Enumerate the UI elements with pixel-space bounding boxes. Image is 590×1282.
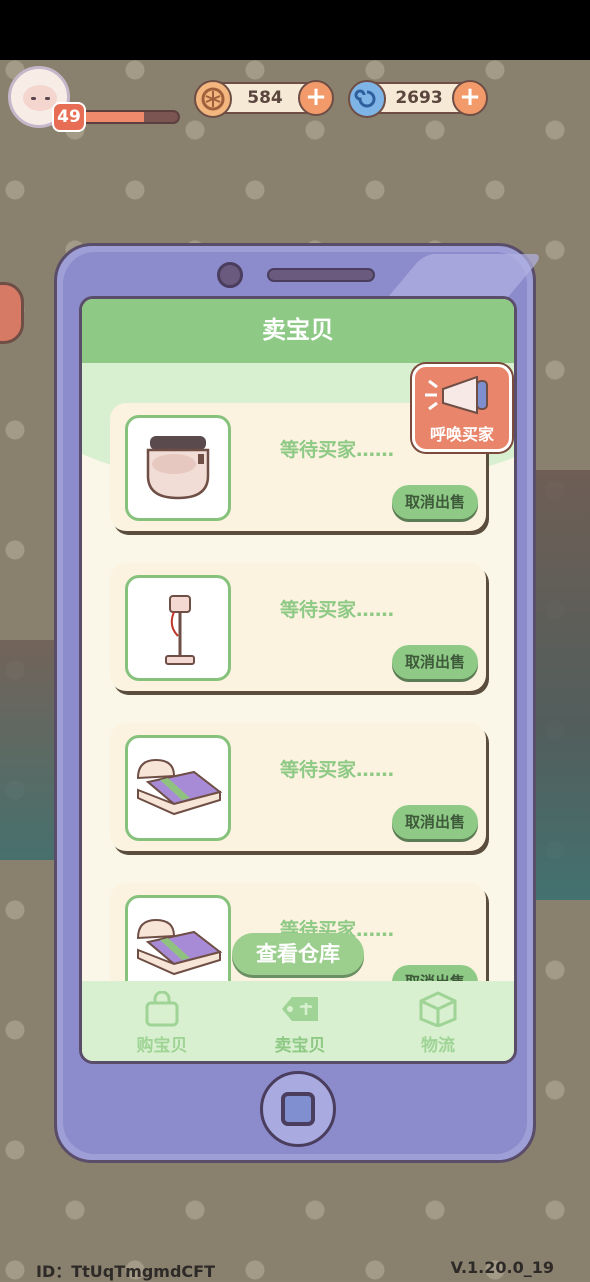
- cancel-sale-button[interactable]: 取消出售: [392, 805, 478, 839]
- coin-value: 584: [247, 88, 283, 108]
- price-tag-icon: [282, 997, 318, 1021]
- home-button[interactable]: [260, 1071, 336, 1147]
- gem-counter: 2693 +: [348, 80, 488, 118]
- side-menu-button[interactable]: [0, 282, 24, 344]
- summon-buyer-label: 呼唤买家: [429, 425, 494, 444]
- bottom-nav: 购宝贝 卖宝贝 物流: [82, 981, 514, 1061]
- tab-sell[interactable]: 卖宝贝: [240, 981, 360, 1061]
- item-status: 等待买家……: [280, 439, 395, 461]
- coin-counter: 584 +: [194, 80, 334, 118]
- sell-list[interactable]: 等待买家…… 取消出售 等待买家…… 取消出售 等待买家…… 取消出售 等待买家…: [82, 363, 514, 983]
- purple-bed-icon[interactable]: [125, 735, 231, 841]
- phone-frame: 卖宝贝 等待买家…… 取消出售 等待买家…… 取消出售 等待买家…… 取消出售 …: [54, 243, 545, 1163]
- page-title: 卖宝贝: [82, 299, 514, 363]
- smart-toilet-icon[interactable]: [125, 415, 231, 521]
- item-status: 等待买家……: [280, 599, 395, 621]
- level-progress-fill: [82, 112, 145, 122]
- package-box-icon: [419, 991, 457, 1027]
- camera-icon: [217, 262, 243, 288]
- level-progress-bar: [80, 110, 180, 124]
- summon-buyer-button[interactable]: 呼唤买家: [412, 364, 512, 452]
- home-square-icon: [281, 1092, 315, 1126]
- purple-bed-icon[interactable]: [125, 895, 231, 983]
- view-storage-button[interactable]: 查看仓库: [232, 933, 364, 975]
- add-gems-button[interactable]: +: [452, 80, 488, 116]
- swirl-gem-icon: [348, 80, 386, 118]
- speaker-slot: [267, 268, 375, 282]
- tab-logistics-label: 物流: [421, 1036, 455, 1056]
- cancel-sale-button[interactable]: 取消出售: [392, 645, 478, 679]
- add-coins-button[interactable]: +: [298, 80, 334, 116]
- list-item: 等待买家…… 取消出售: [110, 723, 486, 851]
- version-label: V.1.20.0_19: [450, 1258, 554, 1277]
- phone-screen: 卖宝贝 等待买家…… 取消出售 等待买家…… 取消出售 等待买家…… 取消出售 …: [79, 296, 517, 1064]
- player-id: ID：TtUqTmgmdCFT: [36, 1262, 215, 1281]
- list-item: 等待买家…… 取消出售: [110, 563, 486, 691]
- coin-icon: [194, 80, 232, 118]
- gem-value: 2693: [395, 88, 443, 108]
- megaphone-icon: [425, 375, 488, 415]
- eye-icon: [45, 97, 50, 100]
- eye-icon: [31, 97, 36, 100]
- tab-buy[interactable]: 购宝贝: [102, 981, 222, 1061]
- tab-logistics[interactable]: 物流: [378, 981, 498, 1061]
- item-status: 等待买家……: [280, 759, 395, 781]
- level-badge: 49: [52, 102, 86, 132]
- tab-buy-label: 购宝贝: [136, 1036, 188, 1056]
- cancel-sale-button[interactable]: 取消出售: [392, 485, 478, 519]
- tab-sell-label: 卖宝贝: [274, 1036, 326, 1056]
- floor-lamp-icon[interactable]: [125, 575, 231, 681]
- status-bar: [0, 0, 590, 60]
- shopping-bag-icon: [145, 991, 179, 1027]
